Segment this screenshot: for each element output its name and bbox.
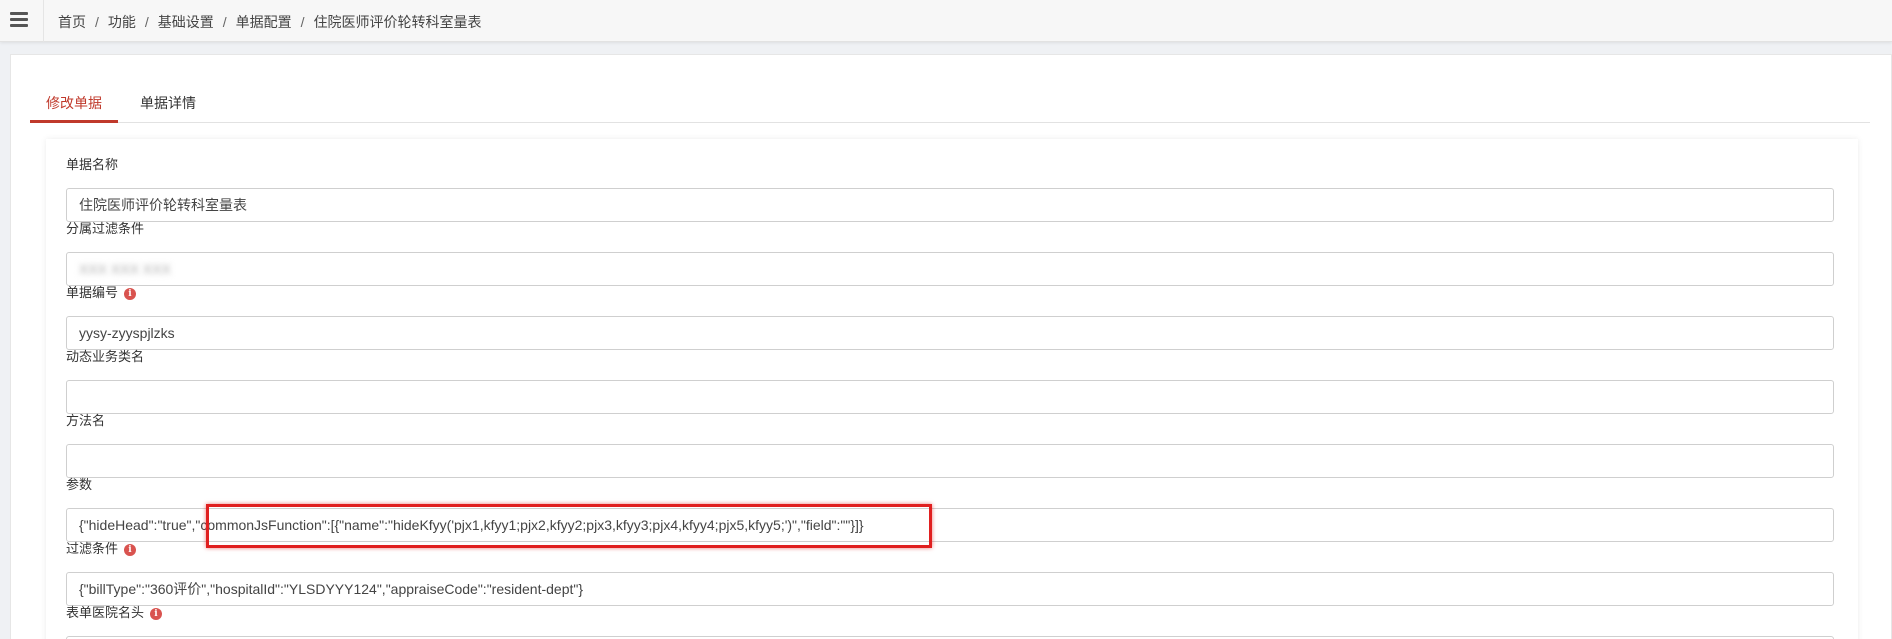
info-circle-icon[interactable]: i [124,543,137,556]
filter-scope-value: XXX XXX XXX [79,261,171,277]
tab-edit-bill[interactable]: 修改单据 [30,83,118,123]
field-filter: 过滤条件 i {"billType":"360评价","hospitalId":"… [66,539,1834,606]
form-panel: 单据名称 住院医师评价轮转科室量表 分属过滤条件 XXX XXX XXX 单据编… [46,139,1858,639]
hamburger-menu-icon[interactable] [10,10,30,30]
filter-input[interactable]: {"billType":"360评价","hospitalId":"YLSDYY… [66,572,1834,606]
info-circle-icon[interactable]: i [124,287,137,300]
breadcrumb: 首页 / 功能 / 基础设置 / 单据配置 / 住院医师评价轮转科室量表 [58,14,482,30]
field-params: 参数 {"hideHead":"true","commonJsFunction"… [66,475,1834,542]
field-method-name: 方法名 [66,411,1834,478]
field-hospital-header: 表单医院名头 i [66,603,1834,639]
breadcrumb-item-basic-settings[interactable]: 基础设置 [158,14,214,30]
label-hospital-header: 表单医院名头 i [66,603,1834,622]
filter-scope-input[interactable]: XXX XXX XXX [66,252,1834,286]
bill-code-input[interactable]: yysy-zyyspjlzks [66,316,1834,350]
label-dynamic-class: 动态业务类名 [66,349,145,364]
field-bill-code: 单据编号 i yysy-zyyspjlzks [66,283,1834,350]
dynamic-class-input[interactable] [66,380,1834,414]
method-name-input[interactable] [66,444,1834,478]
main-card: 修改单据 单据详情 单据名称 住院医师评价轮转科室量表 分属过滤条件 XXX X… [10,54,1892,639]
breadcrumb-item-bill-config[interactable]: 单据配置 [236,14,292,30]
bill-name-input[interactable]: 住院医师评价轮转科室量表 [66,188,1834,222]
breadcrumb-item-current: 住院医师评价轮转科室量表 [313,14,482,30]
breadcrumb-item-home[interactable]: 首页 [58,14,86,30]
divider [43,0,44,42]
label-method-name: 方法名 [66,413,106,428]
breadcrumb-item-function[interactable]: 功能 [108,14,136,30]
info-circle-icon[interactable]: i [150,607,163,620]
field-bill-name: 单据名称 住院医师评价轮转科室量表 [66,155,1834,222]
label-bill-code: 单据编号 i [66,283,1834,302]
field-dynamic-class: 动态业务类名 [66,347,1834,414]
tab-bill-details[interactable]: 单据详情 [124,83,212,123]
tab-bar: 修改单据 单据详情 [30,83,1870,123]
label-filter: 过滤条件 i [66,539,1834,558]
params-input[interactable]: {"hideHead":"true","commonJsFunction":[{… [66,508,1834,542]
top-bar: 首页 / 功能 / 基础设置 / 单据配置 / 住院医师评价轮转科室量表 [0,0,1892,42]
field-filter-scope: 分属过滤条件 XXX XXX XXX [66,219,1834,286]
label-bill-name: 单据名称 [66,157,119,172]
label-params: 参数 [66,477,93,492]
label-filter-scope: 分属过滤条件 [66,221,145,236]
